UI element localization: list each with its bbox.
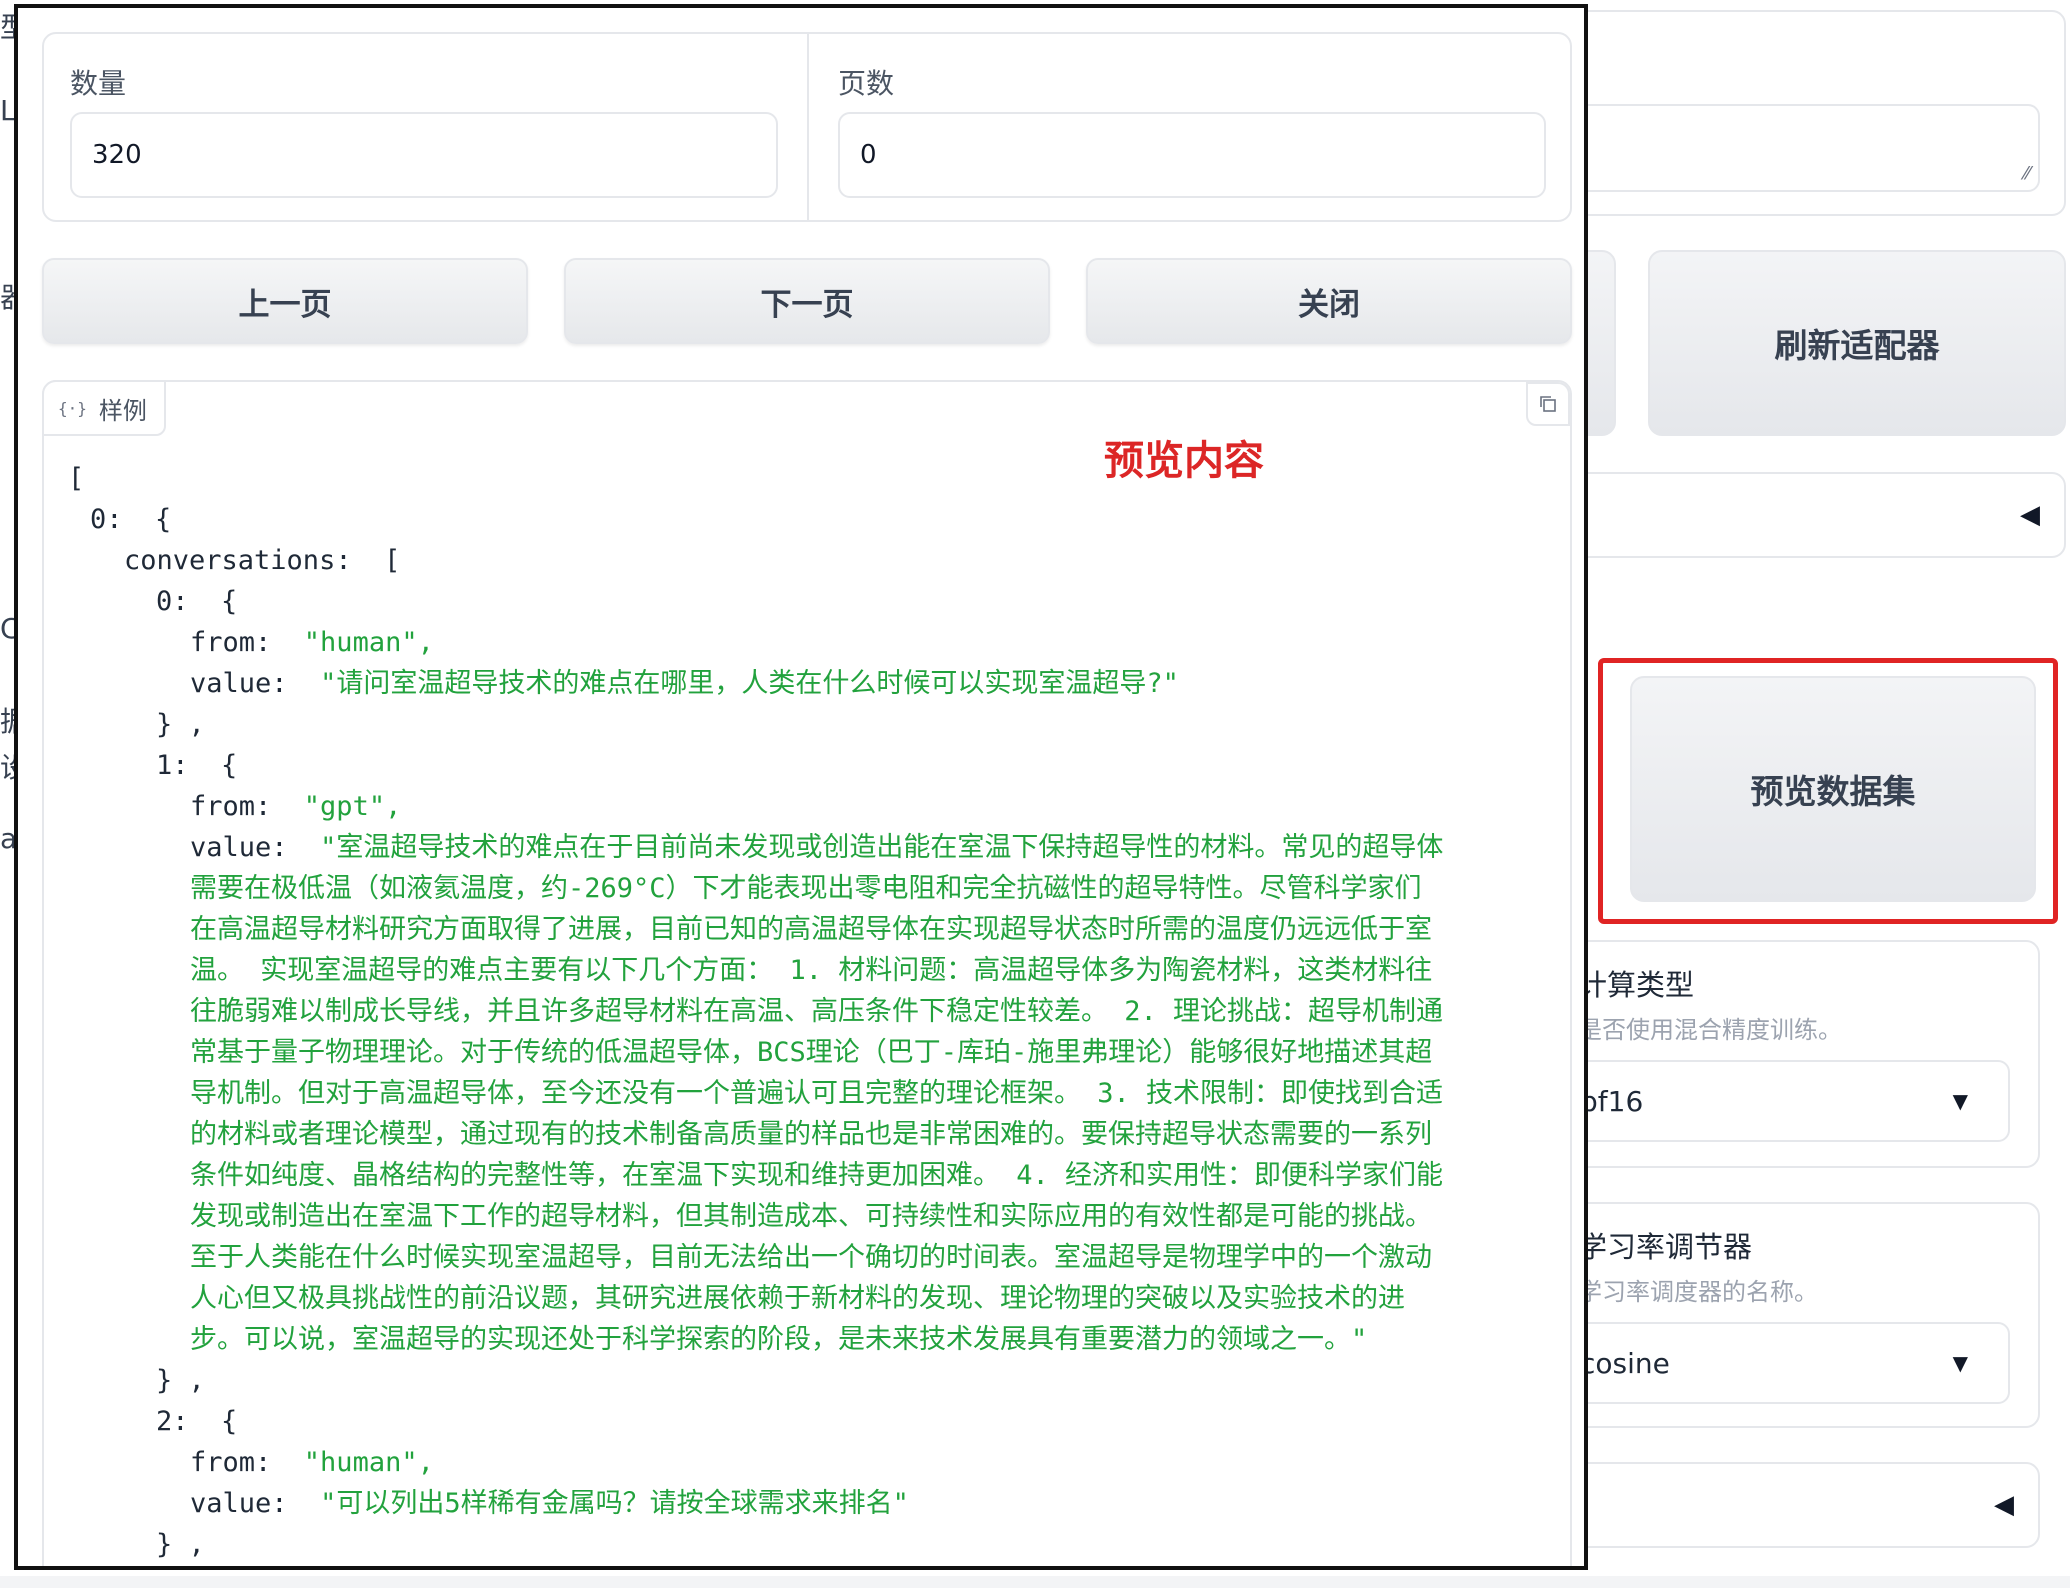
prev-page-button[interactable]: 上一页 (42, 258, 528, 344)
json-braces-icon: {·} (58, 398, 87, 418)
compute-type-info: 是否使用混合精度训练。 (1578, 1016, 1842, 1044)
page-label: 页数 (838, 67, 895, 100)
next-page-button[interactable]: 下一页 (564, 258, 1050, 344)
json-line: 需要在极低温（如液氦温度，约-269°C）下才能表现出零电阻和完全抗磁性的超导特… (190, 873, 1422, 904)
json-line: conversations: [ (124, 545, 401, 576)
json-line: from: "gpt", (190, 791, 402, 822)
page-value: 0 (860, 140, 877, 170)
collapse-arrow-icon[interactable]: ◀ (1994, 1490, 2014, 1520)
json-line: [ (68, 463, 85, 494)
count-label: 数量 (70, 67, 127, 100)
json-line: 人心但又极具挑战性的前沿议题，其研究进展依赖于新材料的发现、理论物理的突破以及实… (190, 1283, 1405, 1314)
json-line: 导机制。但对于高温超导体，至今还没有一个普遍认可且完整的理论框架。 3. 技术限… (190, 1078, 1444, 1109)
json-viewer: {·} 样例 [ 0: { conversations: [ 0: { from… (42, 380, 1572, 1566)
json-line: 0: { (90, 504, 172, 535)
prev-page-label: 上一页 (238, 286, 332, 323)
compute-type-title: 计算类型 (1578, 968, 1695, 1002)
gpt-answer-continuation: 需要在极低温（如液氦温度，约-269°C）下才能表现出零电阻和完全抗磁性的超导特… (44, 868, 1564, 1360)
json-line: } , (156, 1365, 205, 1396)
json-line: 的材料或者理论模型，通过现有的技术制备高质量的样品也是非常困难的。要保持超导状态… (190, 1119, 1432, 1150)
resize-handle-icon[interactable]: ⁄⁄ (2024, 163, 2030, 184)
json-line: 往脆弱难以制成长导线，并且许多超导材料在高温、高压条件下稳定性较差。 2. 理论… (190, 996, 1444, 1027)
json-code: [ 0: { conversations: [ 0: { from: "huma… (44, 458, 1564, 1565)
dropdown-caret-icon: ▼ (1952, 1089, 1968, 1113)
json-line: 0: { (156, 586, 238, 617)
lr-scheduler-info: 学习率调度器的名称。 (1578, 1278, 1818, 1306)
preview-content-annotation: 预览内容 (1104, 438, 1264, 484)
json-line: } , (156, 1529, 205, 1560)
json-line: value: "可以列出5样稀有金属吗？请按全球需求来排名" (190, 1488, 909, 1519)
sample-tab: {·} 样例 (42, 380, 166, 436)
refresh-adapter-label: 刷新适配器 (1774, 326, 1940, 365)
json-line: 在高温超导材料研究方面取得了进展，目前已知的高温超导体在实现超导状态时所需的温度… (190, 914, 1432, 945)
copy-button[interactable] (1526, 382, 1570, 426)
json-line: value: "请问室温超导技术的难点在哪里，人类在什么时候可以实现室温超导?" (190, 668, 1179, 699)
count-input[interactable]: 320 (70, 112, 778, 198)
lr-scheduler-dropdown[interactable]: cosine ▼ (1560, 1322, 2010, 1404)
collapsed-accordion[interactable]: ◀ (1540, 472, 2066, 558)
json-line: 发现或制造出在室温下工作的超导材料，但其制造成本、可持续性和实际应用的有效性都是… (190, 1201, 1432, 1232)
close-button[interactable]: 关闭 (1086, 258, 1572, 344)
json-line: 温。 实现室温超导的难点主要有以下几个方面： 1. 材料问题：高温超导体多为陶瓷… (190, 955, 1433, 986)
refresh-adapter-button[interactable]: 刷新适配器 (1648, 250, 2066, 436)
next-page-label: 下一页 (760, 286, 854, 323)
json-line: 2: { (156, 1406, 238, 1437)
json-line: from: "human", (190, 1447, 434, 1478)
json-line: 至于人类能在什么时候实现室温超导，目前无法给出一个确切的时间表。室温超导是物理学… (190, 1242, 1432, 1273)
close-label: 关闭 (1298, 286, 1360, 323)
compute-type-dropdown[interactable]: bf16 ▼ (1560, 1060, 2010, 1142)
json-line: } , (156, 709, 205, 740)
pagination-inputs-card: 数量 320 页数 0 (42, 32, 1572, 222)
preview-modal: 数量 320 页数 0 上一页 下一页 关闭 {·} 样例 [ 0: {con… (14, 4, 1588, 1570)
bottom-strip (0, 1576, 2070, 1588)
text-area[interactable]: ⁄⁄ (1540, 104, 2040, 192)
json-line: 步。可以说，室温超导的实现还处于科学探索的阶段，是未来技术发展具有重要潜力的领域… (190, 1324, 1368, 1355)
page-input[interactable]: 0 (838, 112, 1546, 198)
compute-type-value: bf16 (1580, 1084, 1644, 1118)
json-line: value: "室温超导技术的难点在于目前尚未发现或创造出能在室温下保持超导性的… (190, 832, 1444, 863)
lr-scheduler-value: cosine (1580, 1346, 1670, 1380)
collapse-arrow-icon[interactable]: ◀ (2020, 500, 2040, 530)
lr-scheduler-title: 学习率调节器 (1578, 1230, 1753, 1264)
json-line: 常基于量子物理理论。对于传统的低温超导体，BCS理论（巴丁-库珀-施里弗理论）能… (190, 1037, 1433, 1068)
sample-tab-label: 样例 (98, 396, 147, 425)
collapsed-accordion[interactable]: ◀ (1540, 1462, 2040, 1548)
copy-icon (1540, 396, 1556, 412)
count-value: 320 (92, 140, 142, 170)
json-line: 条件如纯度、晶格结构的完整性等，在室温下实现和维持更加困难。 4. 经济和实用性… (190, 1160, 1444, 1191)
highlight-box (1598, 658, 2058, 924)
divider (807, 34, 809, 220)
dropdown-caret-icon: ▼ (1952, 1351, 1968, 1375)
json-line: from: "human", (190, 627, 434, 658)
json-line: 1: { (156, 750, 238, 781)
